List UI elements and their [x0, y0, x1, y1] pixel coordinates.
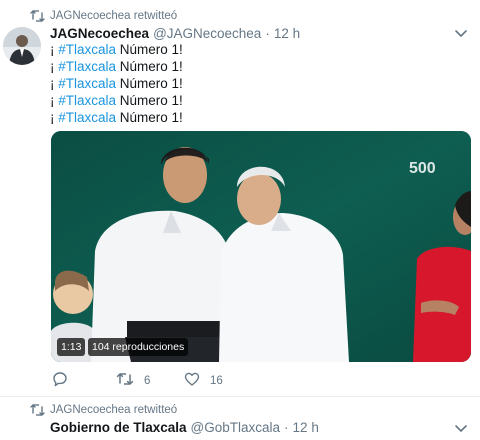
tweet-text-line: ¡ #Tlaxcala Número 1! [50, 92, 183, 109]
retweet-context[interactable]: JAGNecoechea retwitteó [30, 9, 177, 23]
tweet-text-line: ¡ #Tlaxcala Número 1! [50, 41, 183, 58]
retweet-context-label: JAGNecoechea retwitteó [50, 404, 178, 416]
tweet-text: ¡ #Tlaxcala Número 1! ¡ #Tlaxcala Número… [50, 41, 183, 126]
retweet-icon [116, 371, 134, 392]
author-handle[interactable]: @GobTlaxcala [191, 420, 281, 435]
retweet-context-label: JAGNecoechea retwitteó [50, 10, 178, 22]
separator-dot: · [265, 25, 270, 41]
text-suffix: Número 1! [116, 42, 183, 57]
hashtag-link[interactable]: #Tlaxcala [58, 93, 116, 108]
hashtag-link[interactable]: #Tlaxcala [58, 59, 116, 74]
reply-button[interactable] [52, 371, 78, 392]
hashtag-link[interactable]: #Tlaxcala [58, 76, 116, 91]
retweet-button[interactable]: 6 [116, 372, 150, 390]
video-views-badge: 104 reproducciones [88, 338, 189, 356]
text-suffix: Número 1! [116, 76, 183, 91]
tweet-header: JAGNecoechea @JAGNecoechea · 12 h [50, 24, 300, 42]
avatar[interactable] [3, 27, 41, 65]
tweet-text-line: ¡ #Tlaxcala Número 1! [50, 75, 183, 92]
timestamp[interactable]: 12 h [274, 26, 300, 41]
text-suffix: Número 1! [116, 59, 183, 74]
text-suffix: Número 1! [116, 110, 183, 125]
text-prefix: ¡ [50, 76, 59, 91]
tweet[interactable]: JAGNecoechea retwitteó Gobierno de Tlaxc… [0, 397, 480, 435]
text-prefix: ¡ [50, 110, 59, 125]
retweet-context[interactable]: JAGNecoechea retwitteó [30, 403, 177, 417]
author-name[interactable]: Gobierno de Tlaxcala [50, 420, 187, 435]
text-prefix: ¡ [50, 93, 59, 108]
like-button[interactable]: 16 [184, 372, 223, 390]
video-player[interactable]: 500 [51, 131, 471, 362]
hashtag-link[interactable]: #Tlaxcala [58, 110, 116, 125]
tweet-text-line: ¡ #Tlaxcala Número 1! [50, 58, 183, 75]
like-icon [184, 371, 200, 392]
video-duration-badge: 1:13 [57, 338, 86, 356]
tweet-actions: 6 16 [50, 371, 350, 392]
like-count: 16 [210, 375, 223, 387]
hashtag-link[interactable]: #Tlaxcala [58, 42, 116, 57]
separator-dot: · [284, 419, 289, 435]
chevron-down-icon[interactable] [454, 27, 468, 39]
tweet-text-line: ¡ #Tlaxcala Número 1! [50, 109, 183, 126]
author-name[interactable]: JAGNecoechea [50, 26, 149, 41]
video-watermark-logo: 500 [409, 160, 436, 177]
retweet-count: 6 [144, 375, 151, 387]
retweet-icon [30, 9, 45, 23]
text-prefix: ¡ [50, 59, 59, 74]
reply-icon [52, 371, 68, 392]
author-handle[interactable]: @JAGNecoechea [153, 26, 261, 41]
tweet[interactable]: JAGNecoechea retwitteó JAGNecoechea @JAG… [0, 0, 480, 397]
chevron-down-icon[interactable] [454, 422, 468, 434]
text-prefix: ¡ [50, 42, 59, 57]
text-suffix: Número 1! [116, 93, 183, 108]
video-frame: 500 [51, 131, 471, 362]
timestamp[interactable]: 12 h [293, 420, 319, 435]
retweet-icon [30, 403, 45, 420]
